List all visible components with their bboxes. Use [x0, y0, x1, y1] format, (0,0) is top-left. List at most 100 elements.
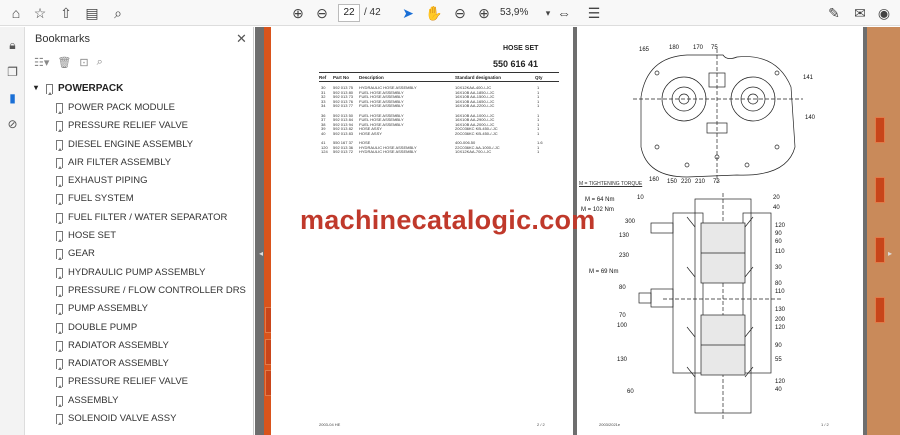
page-edge-right [867, 27, 900, 435]
bookmark-icon [56, 340, 63, 352]
bookmark-item[interactable]: RADIATOR ASSEMBLY [26, 337, 246, 355]
bookmark-item[interactable]: PRESSURE RELIEF VALVE [26, 373, 246, 391]
col-header: Standard designation [455, 75, 502, 80]
bookmark-label: GEAR [68, 248, 95, 260]
bookmark-icon [56, 139, 63, 151]
bookmark-icon [56, 103, 63, 114]
edge-tab [875, 297, 885, 323]
callout: 150 [667, 179, 678, 185]
callout: 10 [637, 195, 644, 201]
bookmark-icon [56, 395, 63, 407]
bookmark-item[interactable]: DOUBLE PUMP [26, 319, 246, 337]
callout: 230 [619, 253, 630, 259]
bookmark-item[interactable]: PRESSURE / FLOW CONTROLLER DRS [26, 282, 246, 300]
bookmark-icon [56, 231, 63, 243]
callout: 20 [773, 195, 780, 201]
bookmark-label: PRESSURE RELIEF VALVE [68, 376, 189, 388]
find-bookmark-icon[interactable]: ⌕ [97, 56, 103, 72]
bookmark-label: FUEL FILTER / WATER SEPARATOR [68, 211, 228, 223]
bookmark-item[interactable]: PRESSURE RELIEF VALVE [26, 117, 246, 135]
upload-icon[interactable]: ⇧ [56, 3, 76, 23]
collapse-left-icon[interactable]: ◂ [259, 249, 263, 258]
bookmark-label: RADIATOR ASSEMBLY [68, 358, 169, 370]
bookmark-label: PRESSURE / FLOW CONTROLLER DRS [68, 284, 246, 296]
bookmark-label: EXHAUST PIPING [68, 175, 148, 187]
email-icon[interactable]: ✉ [850, 3, 870, 23]
zoom-out-icon[interactable]: ⊖ [450, 3, 470, 23]
bookmark-label: ASSEMBLY [68, 394, 119, 406]
table-cell: HYDRAULIC HOSE ASSEMBLY [359, 149, 417, 155]
watermark: machinecatalogic.com [300, 205, 596, 235]
options-icon[interactable]: ☷▾ [34, 56, 49, 72]
hand-icon[interactable]: ✋ [424, 3, 444, 23]
bookmark-icon [56, 249, 63, 261]
bookmark-item[interactable]: GEAR [26, 245, 246, 263]
next-page-icon[interactable]: ⊖ [312, 3, 332, 23]
zoom-icon[interactable]: ⌕ [108, 3, 128, 23]
bookmark-item[interactable]: PUMP ASSEMBLY [26, 300, 246, 318]
fit-page-icon[interactable]: ⇔ [554, 3, 574, 23]
bookmark-item[interactable]: RADIATOR ASSEMBLY [26, 355, 246, 373]
bookmark-item[interactable]: DIESEL ENGINE ASSEMBLY [26, 136, 246, 154]
table-row: 124 592 013 72 HYDRAULIC HOSE ASSEMBLY 10X1… [271, 149, 573, 154]
col-header: Qty [535, 75, 543, 80]
callout: 120 [775, 223, 786, 229]
delete-icon[interactable]: 🗑︎ [57, 56, 71, 72]
scroll-mode-icon[interactable]: ☰ [584, 3, 604, 23]
part-number: 550 616 41 [493, 59, 539, 69]
bookmark-icon [56, 359, 63, 371]
callout: 140 [805, 115, 816, 121]
col-header: Part No [333, 75, 350, 80]
panel-title: Bookmarks [35, 33, 91, 45]
edge-tab [875, 237, 885, 263]
bookmark-item[interactable]: EXHAUST PIPING [26, 172, 246, 190]
bookmark-tools: ☷▾ 🗑︎ ⊡ ⌕ [34, 56, 103, 72]
edge-tab [875, 117, 885, 143]
lock-icon[interactable]: 🔒︎ [4, 37, 21, 54]
bookmark-item[interactable]: HYDRAULIC PUMP ASSEMBLY [26, 264, 246, 282]
callout: 141 [803, 75, 814, 81]
bookmark-item[interactable]: FUEL FILTER / WATER SEPARATOR [26, 209, 246, 227]
bookmark-icon [56, 377, 63, 389]
callout: 30 [775, 265, 782, 271]
zoom-in-icon[interactable]: ⊕ [474, 3, 494, 23]
close-icon[interactable]: ✕ [236, 31, 247, 47]
callout: 210 [695, 179, 706, 185]
bookmark-label: HYDRAULIC PUMP ASSEMBLY [68, 266, 206, 278]
page-total: / 42 [364, 7, 381, 18]
page-number-input[interactable]: 22 [338, 4, 360, 22]
account-icon[interactable]: ◉ [874, 3, 894, 23]
bookmark-item[interactable]: ASSEMBLY [26, 392, 246, 410]
sign-icon[interactable]: ✎ [824, 3, 844, 23]
page-title: HOSE SET [503, 45, 539, 52]
callout: 70 [619, 313, 626, 319]
bookmark-label: DOUBLE PUMP [68, 321, 138, 333]
bookmark-root[interactable]: ▾ POWERPACK [26, 81, 246, 99]
collapse-right-icon[interactable]: ▸ [888, 249, 892, 258]
select-icon[interactable]: ➤ [398, 3, 418, 23]
bookmark-item[interactable]: AIR FILTER ASSEMBLY [26, 154, 246, 172]
bookmark-icon[interactable]: ▮ [4, 89, 21, 106]
bookmark-item[interactable]: SOLENOID VALVE ASSY [26, 410, 246, 428]
prev-page-icon[interactable]: ⊕ [288, 3, 308, 23]
edge-tab [875, 177, 885, 203]
bookmark-item[interactable]: FUEL SYSTEM [26, 190, 246, 208]
new-bookmark-icon[interactable]: ⊡ [79, 56, 88, 72]
attachment-icon[interactable]: ⊘ [4, 115, 21, 132]
bookmark-item[interactable]: HOSE SET [26, 227, 246, 245]
bookmark-label: HOSE SET [68, 230, 117, 242]
footer-left: 2003-04 HE [319, 422, 341, 427]
table-cell: 10X12KAA-700-/-JC [455, 149, 492, 155]
col-header: Ref [319, 75, 327, 80]
home-icon[interactable]: ⌂ [6, 3, 26, 23]
bookmark-item[interactable]: POWER PACK MODULE [26, 99, 246, 117]
bookmark-icon [46, 84, 53, 95]
chevron-down-icon[interactable]: ▾ [34, 83, 38, 92]
pages-icon[interactable]: ❐ [4, 63, 21, 80]
star-icon[interactable]: ☆ [30, 3, 50, 23]
exploded-drawing [633, 49, 803, 421]
zoom-level[interactable]: 53,9% [500, 4, 542, 22]
print-icon[interactable]: ▤ [82, 3, 102, 23]
callout: 75 [711, 45, 718, 51]
table-cell: 592 013 72 [333, 149, 354, 155]
